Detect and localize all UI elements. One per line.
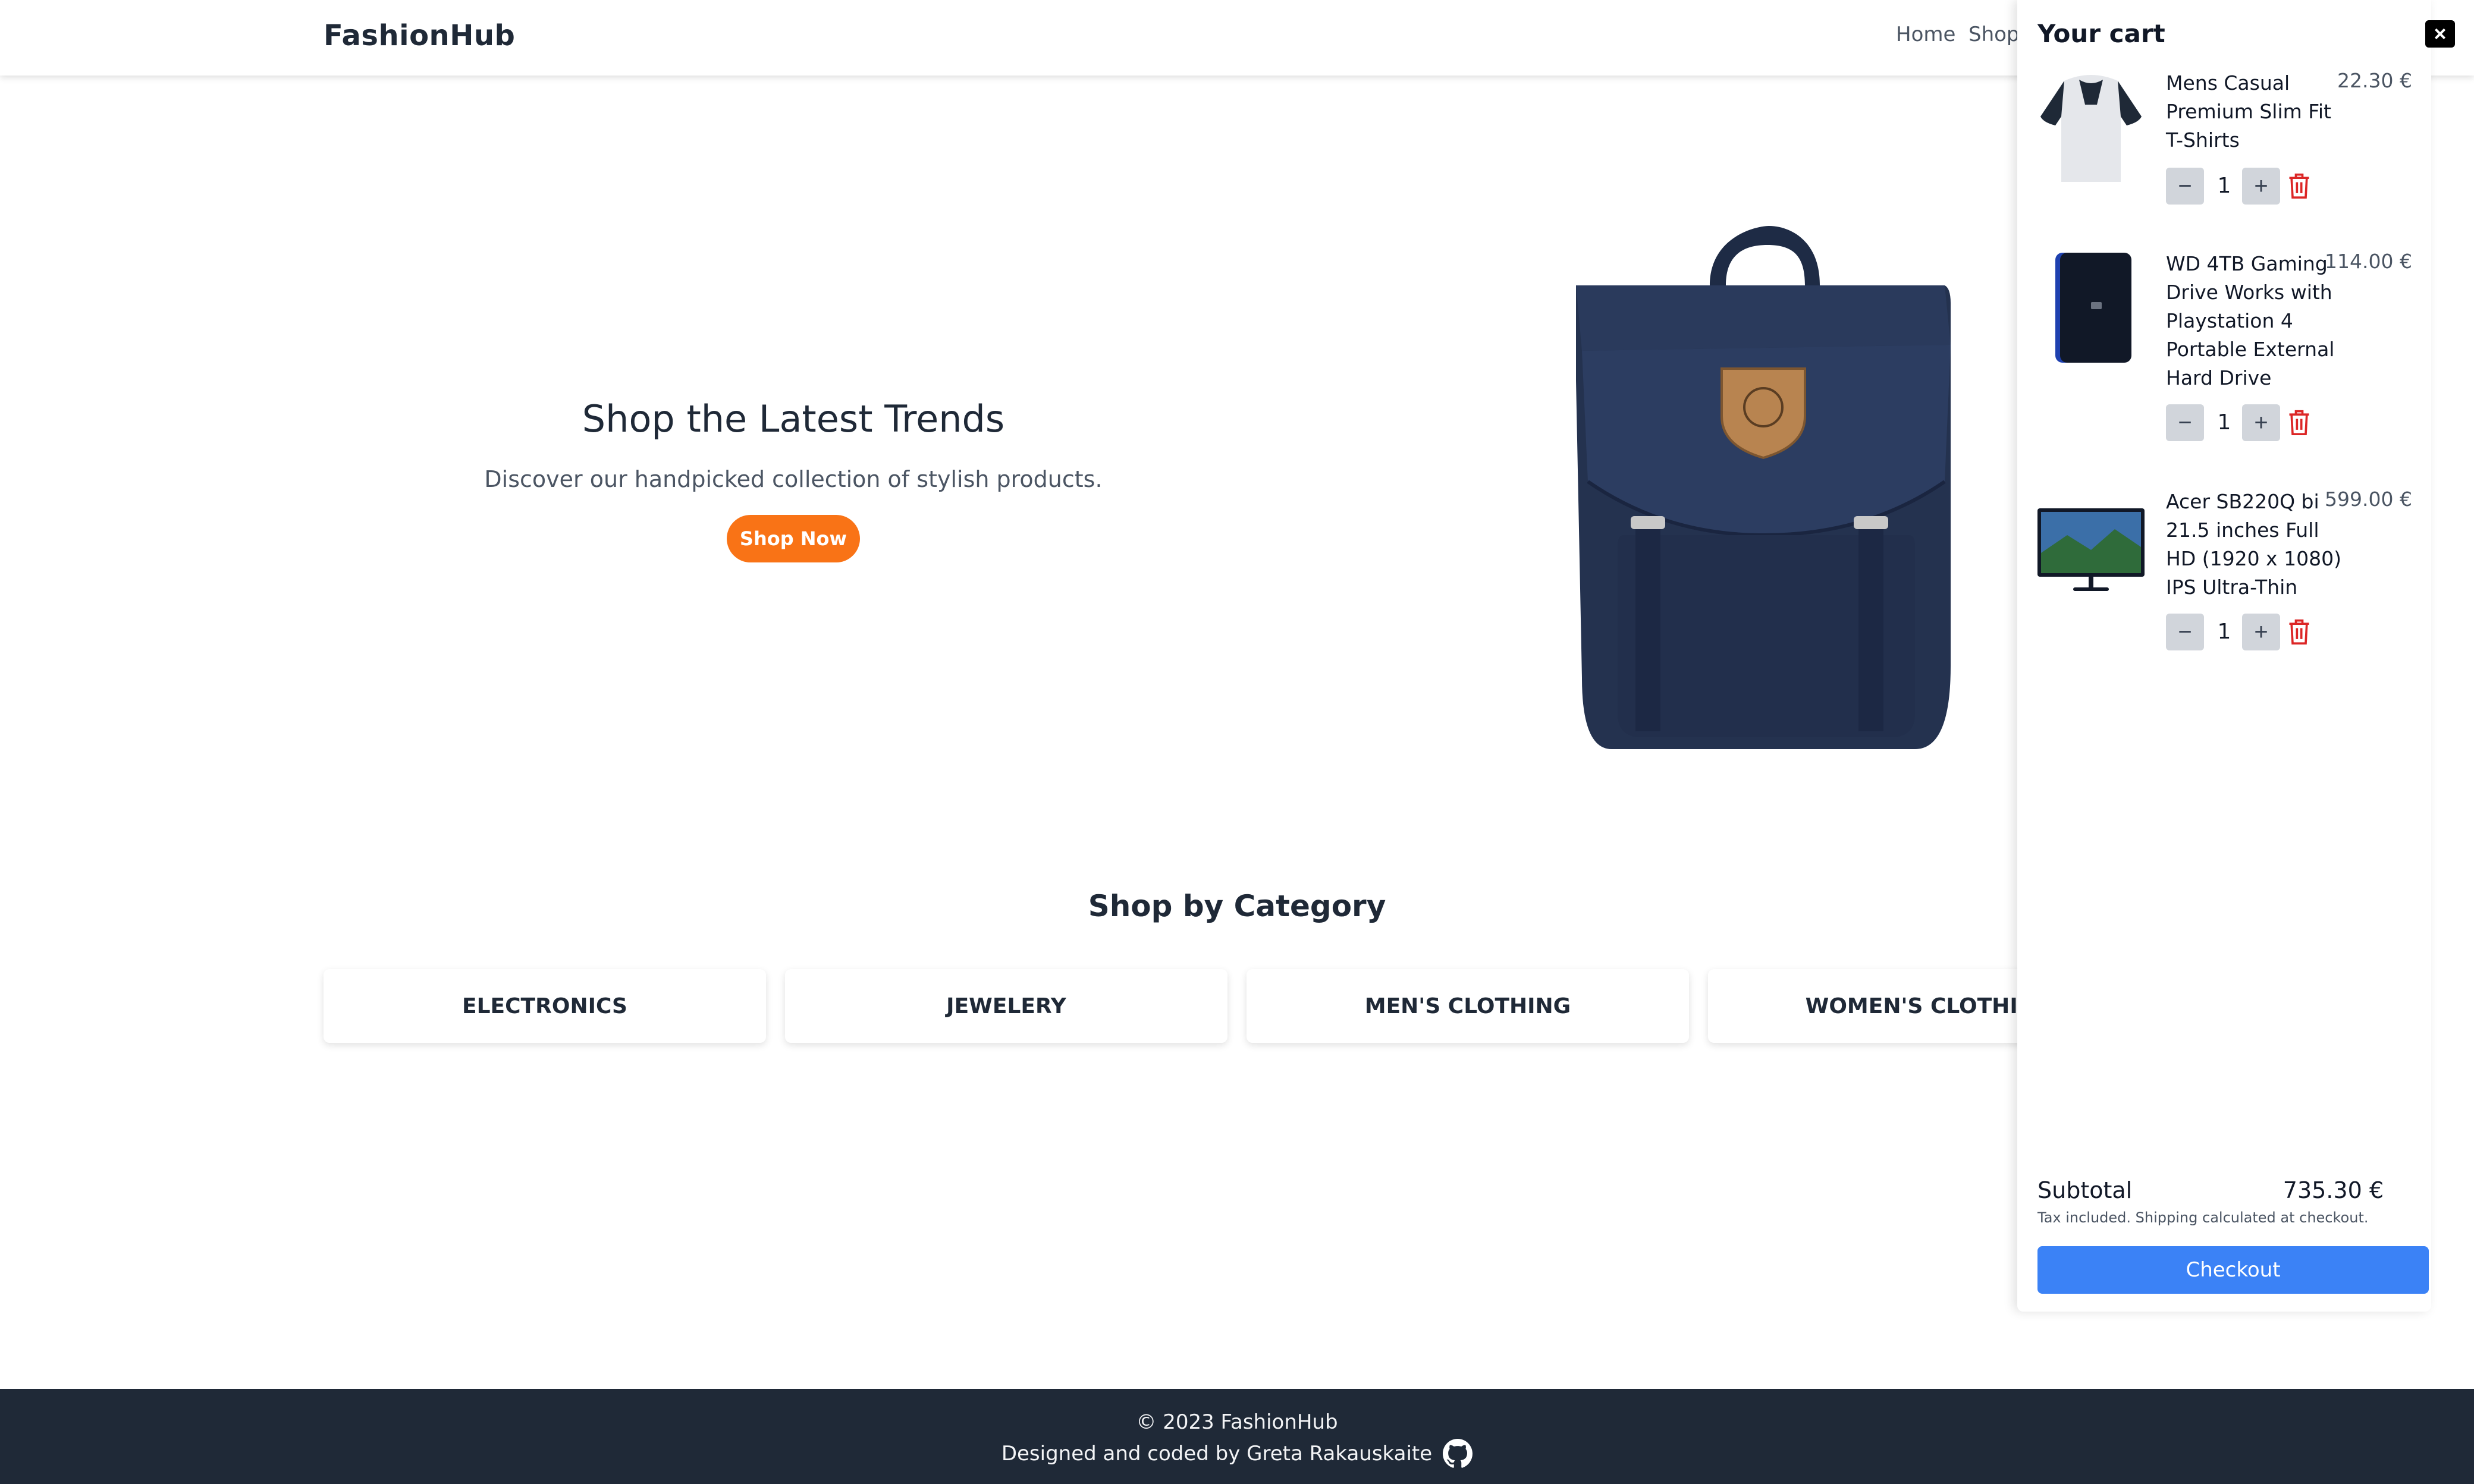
footer: © 2023 FashionHub Designed and coded by … <box>0 1389 2474 1484</box>
cart-item: Acer SB220Q bi 21.5 inches Full HD (1920… <box>2037 488 2430 666</box>
checkout-button[interactable]: Checkout <box>2037 1246 2429 1294</box>
decrease-quantity-button[interactable]: − <box>2166 404 2204 441</box>
plus-icon: + <box>2254 409 2268 436</box>
quantity-value: 1 <box>2217 174 2231 198</box>
subtotal-label: Subtotal <box>2037 1177 2133 1203</box>
shop-now-button[interactable]: Shop Now <box>727 515 860 562</box>
nav-link-home[interactable]: Home <box>1896 23 1955 46</box>
decrease-quantity-button[interactable]: − <box>2166 168 2204 205</box>
increase-quantity-button[interactable]: + <box>2242 168 2280 205</box>
hero-subtitle: Discover our handpicked collection of st… <box>484 466 1103 492</box>
category-card-mens-clothing[interactable]: MEN'S CLOTHING <box>1247 969 1689 1043</box>
trash-icon[interactable] <box>2286 408 2312 436</box>
close-cart-button[interactable]: × <box>2425 20 2455 48</box>
trash-icon[interactable] <box>2286 171 2312 200</box>
t-shirt-thumbnail <box>2040 75 2142 182</box>
nav-link-shop[interactable]: Shop <box>1968 23 2020 46</box>
minus-icon: − <box>2178 618 2192 645</box>
trash-icon[interactable] <box>2286 617 2312 646</box>
footer-credit: Designed and coded by Greta Rakauskaite <box>1001 1442 1433 1466</box>
monitor-thumbnail <box>2037 508 2145 591</box>
cart-item-price: 22.30 € <box>2337 69 2412 92</box>
cart-item: Mens Casual Premium Slim Fit T-Shirts 22… <box>2037 69 2430 212</box>
cart-item: WD 4TB Gaming Drive Works with Playstati… <box>2037 250 2430 452</box>
minus-icon: − <box>2178 409 2192 436</box>
quantity-value: 1 <box>2217 620 2231 644</box>
cart-item-name: Mens Casual Premium Slim Fit T-Shirts <box>2166 71 2331 152</box>
cart-drawer: Your cart × Mens Casual Premium Slim Fit… <box>2017 0 2455 1312</box>
quantity-value: 1 <box>2217 410 2231 435</box>
backpack-image <box>1576 226 1951 749</box>
decrease-quantity-button[interactable]: − <box>2166 614 2204 650</box>
brand-logo[interactable]: FashionHub <box>324 19 515 52</box>
cart-item-name: Acer SB220Q bi 21.5 inches Full HD (1920… <box>2166 490 2341 599</box>
hero-title: Shop the Latest Trends <box>582 397 1005 441</box>
category-card-electronics[interactable]: ELECTRONICS <box>324 969 766 1043</box>
increase-quantity-button[interactable]: + <box>2242 614 2280 650</box>
footer-credit-row: Designed and coded by Greta Rakauskaite <box>0 1439 2474 1469</box>
hard-drive-thumbnail <box>2055 253 2131 363</box>
cart-title: Your cart <box>2037 19 2165 48</box>
cart-item-name: WD 4TB Gaming Drive Works with Playstati… <box>2166 252 2335 389</box>
minus-icon: − <box>2178 172 2192 199</box>
footer-copyright: © 2023 FashionHub <box>1136 1410 1338 1434</box>
plus-icon: + <box>2254 618 2268 645</box>
category-card-jewelery[interactable]: JEWELERY <box>785 969 1227 1043</box>
increase-quantity-button[interactable]: + <box>2242 404 2280 441</box>
cart-item-price: 599.00 € <box>2325 488 2412 511</box>
cart-item-price: 114.00 € <box>2325 250 2412 273</box>
tax-note: Tax included. Shipping calculated at che… <box>2037 1209 2369 1226</box>
subtotal-value: 735.30 € <box>2283 1177 2384 1203</box>
close-icon: × <box>2434 21 2447 46</box>
github-icon[interactable] <box>1443 1439 1473 1469</box>
plus-icon: + <box>2254 172 2268 199</box>
